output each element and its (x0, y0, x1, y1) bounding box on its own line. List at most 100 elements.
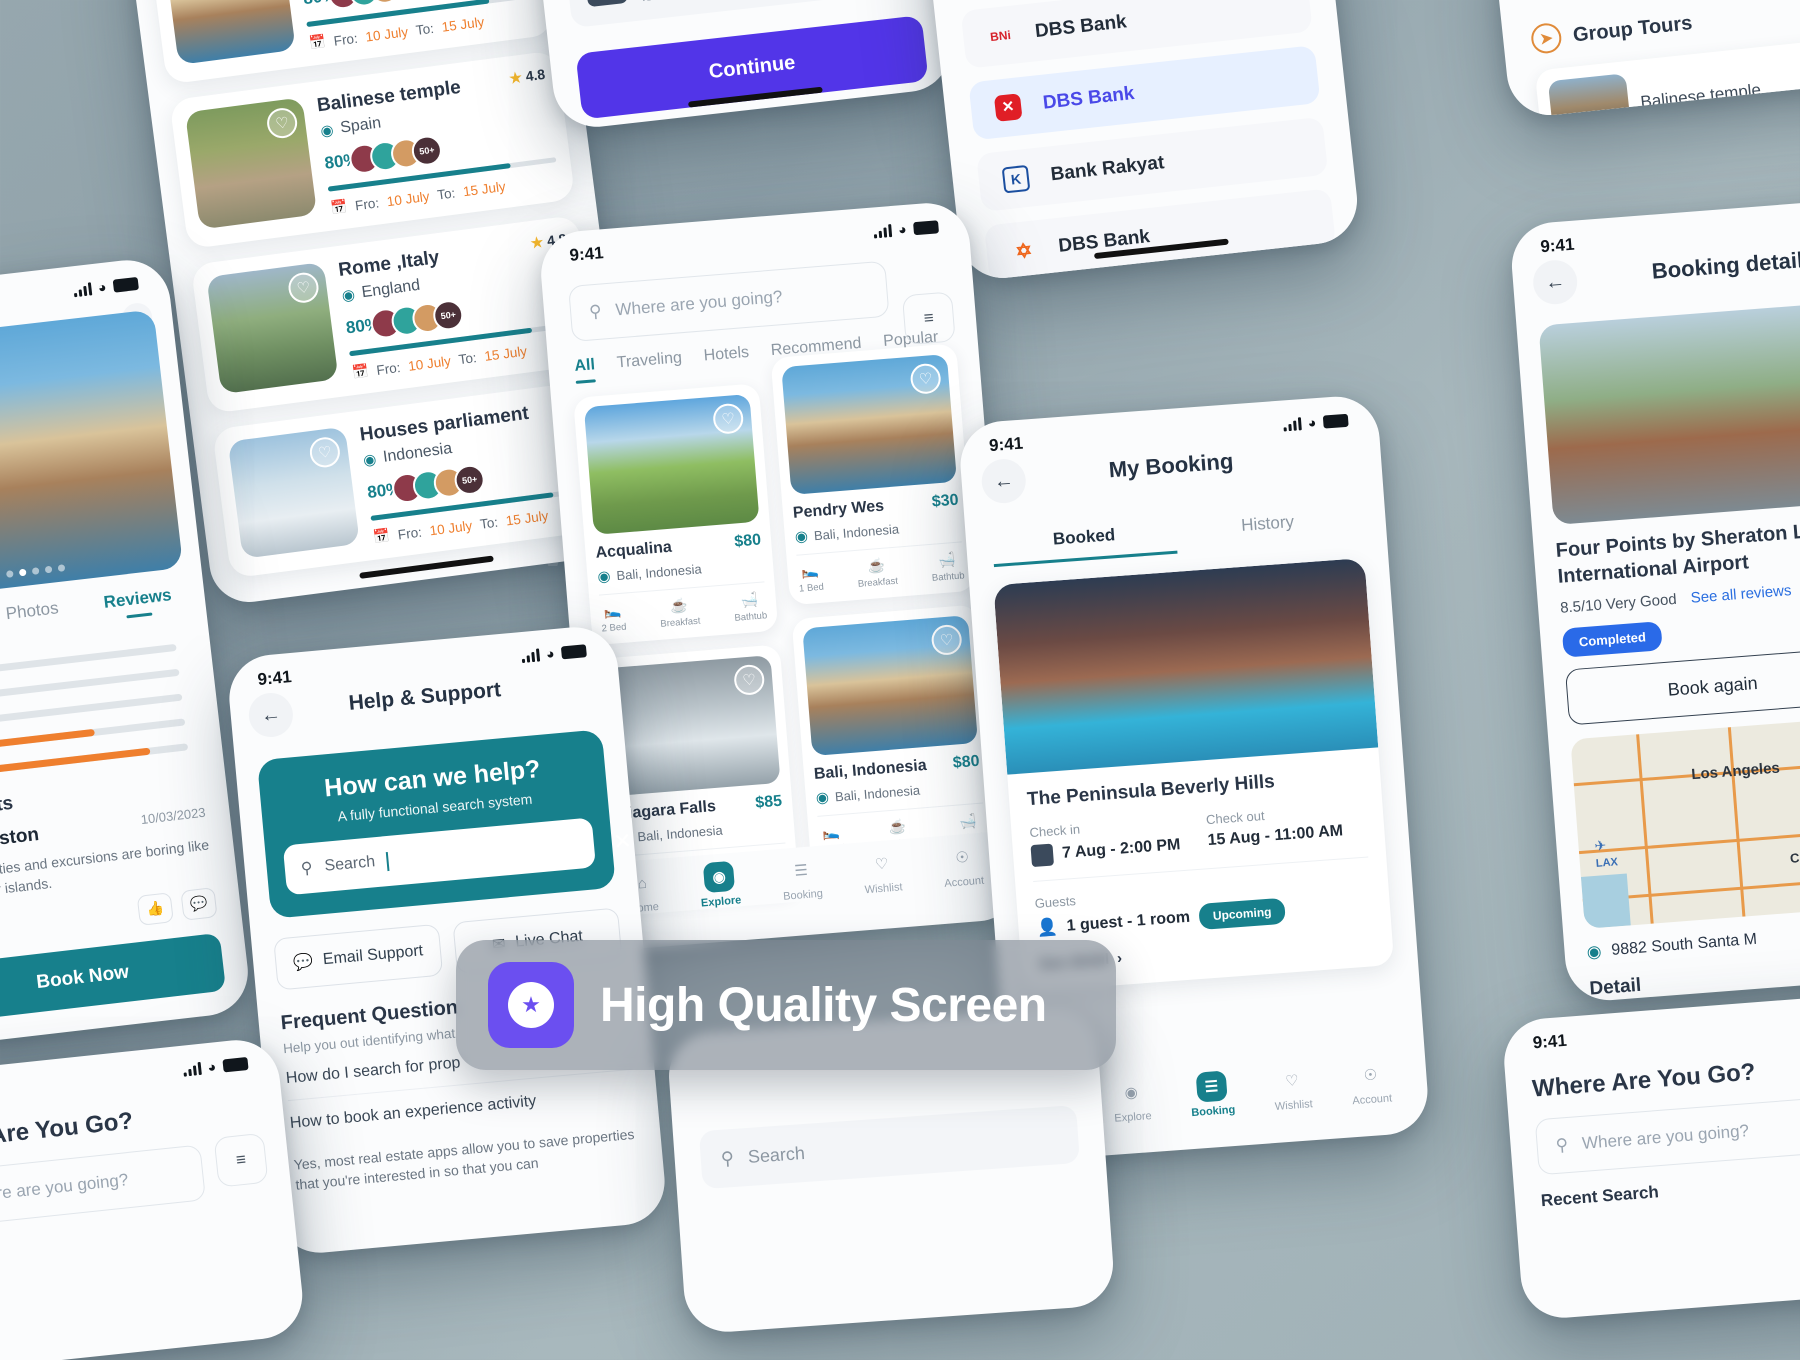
location-map[interactable]: Los Angeles Compton LAX ✈ (1570, 710, 1800, 930)
status-time: 9:41 (1532, 1030, 1568, 1053)
guests-cell: Guests 👤 1 guest - 1 room Upcoming (1034, 871, 1372, 941)
phone-where-going-left: 9:41 ◕ Where Are You Go? ⚲ Where are you… (0, 1035, 307, 1360)
booking-icon: ☰ (1195, 1070, 1228, 1103)
nav-item-booking[interactable]: ☰ Booking (1188, 1070, 1236, 1119)
tab-traveling[interactable]: Traveling (616, 349, 683, 380)
trip-photo: ♡ (227, 426, 360, 559)
trip-card[interactable]: ♡ ★ 4.8 Rome ,Italy ◉ England 80% 50+ (190, 214, 597, 414)
property-card[interactable]: ♡ $30 Pendry Wes ◉ Bali, Indonesia 🛌 1 Be… (770, 343, 976, 606)
page-title: Where Are You Go? (1531, 1058, 1757, 1103)
tab-history[interactable]: History (1175, 507, 1361, 553)
heart-icon[interactable]: ♡ (265, 106, 299, 140)
nav-item-explore[interactable]: ◉ Explore (1112, 1076, 1152, 1125)
nav-item-wishlist[interactable]: ♡ Wishlist (862, 847, 903, 896)
help-search-input[interactable]: ⚲ Search (282, 817, 597, 896)
nav-item-account[interactable]: ☉ Account (941, 841, 985, 890)
bathtub-icon: 🛁 (740, 590, 759, 609)
tab-all[interactable]: All (574, 356, 596, 384)
booking-tabs: Booked History (991, 507, 1361, 568)
tour-photo (1547, 73, 1632, 120)
signal-bars-icon (1282, 417, 1302, 432)
filter-button[interactable]: ≡ (213, 1132, 269, 1188)
tab-booked[interactable]: Booked (991, 520, 1178, 568)
star-icon: ★ (508, 982, 554, 1028)
search-placeholder: Where are you going? (614, 287, 784, 320)
trip-dates: 📅 Fro: 10 July To: 15 July (308, 13, 486, 51)
nav-item-booking[interactable]: ☰ Booking (780, 854, 824, 903)
search-input[interactable]: ⚲ Where are you going? (1534, 1092, 1800, 1176)
phone-bank-list: BNi DBS Bank ✕ DBS Bank K Bank Rakyat ✡ … (918, 0, 1362, 283)
battery-icon (1322, 413, 1349, 429)
amenities-row: 🛌2 Bed ☕Breakfast 🛁Bathtub (598, 581, 768, 635)
breakfast-icon: ☕ (669, 596, 689, 614)
trip-rating: ★ 4.8 (508, 65, 547, 87)
search-input[interactable]: ⚲ Where are you going? (0, 1144, 207, 1231)
property-price: $80 (952, 752, 981, 772)
carousel-dots[interactable] (5, 564, 66, 578)
map-label-compton: Compton (1789, 846, 1800, 867)
close-icon[interactable]: ✕ (612, 828, 633, 856)
tab-hotels[interactable]: Hotels (703, 344, 750, 374)
heart-icon[interactable]: ♡ (308, 435, 342, 470)
bathtub-icon: 🛁 (958, 812, 978, 830)
nav-item-explore[interactable]: ◉ Explore (698, 860, 742, 909)
continue-button[interactable]: Continue (575, 15, 929, 120)
wifi-icon: ◕ (206, 1058, 217, 1076)
star-icon: ★ (508, 68, 523, 87)
map-label-city: Los Angeles (1690, 759, 1781, 784)
property-price: $85 (754, 792, 783, 812)
breakfast-icon: ☕ (888, 817, 907, 836)
pin-icon: ◉ (815, 788, 830, 807)
signal-bars-icon (72, 282, 92, 298)
status-icons: ◕ (1282, 413, 1349, 432)
filter-button[interactable]: ≡ (901, 291, 956, 346)
trip-card[interactable]: ♡ ★ 4.8 Balinese temple ◉ Spain 80% 50+ (169, 50, 576, 250)
heart-icon[interactable]: ♡ (909, 362, 942, 395)
status-icons: ◕ (72, 276, 139, 298)
review-date: 10/03/2023 (139, 804, 207, 828)
hotel-photo (1538, 296, 1800, 526)
checkin-cell: Check in 7 Aug - 2:00 PM (1029, 814, 1191, 868)
heart-icon[interactable]: ♡ (286, 270, 321, 305)
see-all-reviews-link[interactable]: See all reviews (1690, 582, 1792, 607)
property-card[interactable]: ♡ $80 Bali, Indonesia ◉ Bali, Indonesia … (791, 604, 997, 867)
tab-reviews[interactable]: Reviews (103, 585, 174, 621)
bathtub-icon: 🛁 (937, 550, 957, 569)
compass-icon: ◉ (703, 860, 736, 894)
detail-tabs: Details Photos Reviews (0, 583, 196, 646)
tab-photos[interactable]: Photos (5, 598, 61, 632)
amenity-breakfast: ☕Breakfast (660, 596, 701, 630)
bed-icon: 🛌 (821, 823, 841, 841)
booking-card[interactable]: The Peninsula Beverly Hills Check in 7 A… (993, 557, 1395, 993)
property-card[interactable]: ♡ $80 Acqualina ◉ Bali, Indonesia 🛌 2 Bed… (573, 383, 779, 646)
nav-item-account[interactable]: ☉ Account (1350, 1058, 1393, 1107)
pin-icon: ◉ (340, 286, 357, 305)
pin-icon: ◉ (794, 527, 809, 546)
search-input[interactable]: ⚲ Search (698, 1104, 1080, 1190)
property-price: $30 (931, 491, 960, 511)
status-badge: Completed (1561, 621, 1663, 658)
trip-photo: ♡ (184, 97, 318, 230)
property-photo: ♡ (583, 393, 760, 535)
battery-icon (560, 644, 587, 660)
phone-group-tours: ➤ Group Tours Balinese temple ⌂ Home ◉ E… (1490, 0, 1800, 120)
property-photo: ♡ (604, 655, 781, 797)
status-time: 9:41 (1539, 234, 1576, 257)
heart-icon: ♡ (1284, 1072, 1300, 1091)
bank-logo-icon: BNi (989, 27, 1012, 45)
amenities-row: 🛌1 Bed ☕Breakfast 🛁Bathtub (796, 541, 966, 595)
user-icon: ☉ (1363, 1066, 1378, 1085)
chat-bubble-icon: 💬 (292, 953, 314, 972)
email-support-button[interactable]: 💬 Email Support (273, 923, 444, 991)
heart-icon[interactable]: ♡ (712, 402, 745, 435)
nav-item-wishlist[interactable]: ♡ Wishlist (1272, 1064, 1314, 1113)
chevron-right-icon: › (1116, 949, 1123, 968)
book-again-button[interactable]: Book again (1564, 647, 1800, 726)
heart-icon[interactable]: ♡ (930, 623, 963, 657)
wifi-icon: ◕ (545, 645, 556, 662)
trip-dates: 📅 Fro: 10 July To: 15 July (329, 178, 507, 216)
status-badge: Upcoming (1197, 897, 1287, 930)
thumbs-up-icon[interactable]: 👍 (136, 891, 174, 926)
heart-icon[interactable]: ♡ (733, 663, 766, 697)
comment-icon[interactable]: 💬 (180, 886, 218, 921)
